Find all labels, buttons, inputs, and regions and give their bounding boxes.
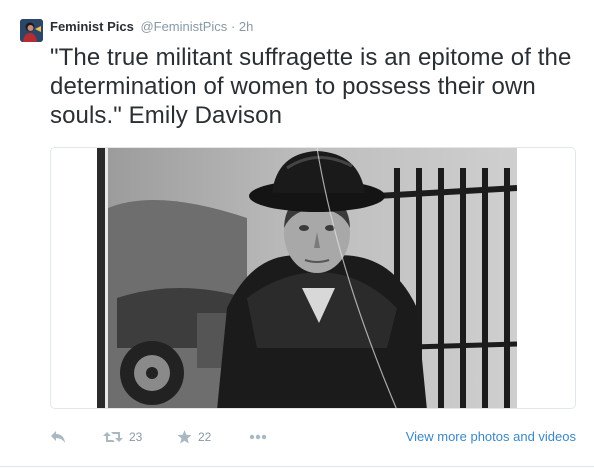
reply-icon bbox=[50, 430, 66, 444]
tweet-card[interactable]: Feminist Pics @FeministPics · 2h "The tr… bbox=[0, 0, 594, 468]
view-more-media-link[interactable]: View more photos and videos bbox=[406, 429, 576, 444]
favorite-button[interactable]: 22 bbox=[177, 427, 211, 447]
tweet-actions: 23 22 View more photos and videos bbox=[50, 427, 576, 447]
tweet-header: Feminist Pics @FeministPics · 2h bbox=[50, 19, 253, 35]
retweet-icon bbox=[103, 430, 123, 444]
more-button[interactable] bbox=[249, 427, 267, 447]
media-preview[interactable] bbox=[50, 147, 576, 409]
tweet-text: "The true militant suffragette is an epi… bbox=[50, 44, 572, 129]
more-dots-icon bbox=[249, 434, 267, 440]
header-separator: · bbox=[230, 19, 236, 34]
favorite-count: 22 bbox=[198, 430, 212, 444]
reply-button[interactable] bbox=[50, 427, 66, 447]
avatar[interactable] bbox=[20, 19, 43, 42]
tweet-timestamp[interactable]: 2h bbox=[239, 19, 253, 34]
display-name[interactable]: Feminist Pics bbox=[50, 19, 134, 34]
retweet-count: 23 bbox=[129, 430, 143, 444]
retweet-button[interactable]: 23 bbox=[103, 427, 142, 447]
star-icon bbox=[177, 430, 192, 444]
user-handle[interactable]: @FeministPics bbox=[140, 19, 227, 34]
tweet-photo[interactable] bbox=[97, 148, 517, 408]
